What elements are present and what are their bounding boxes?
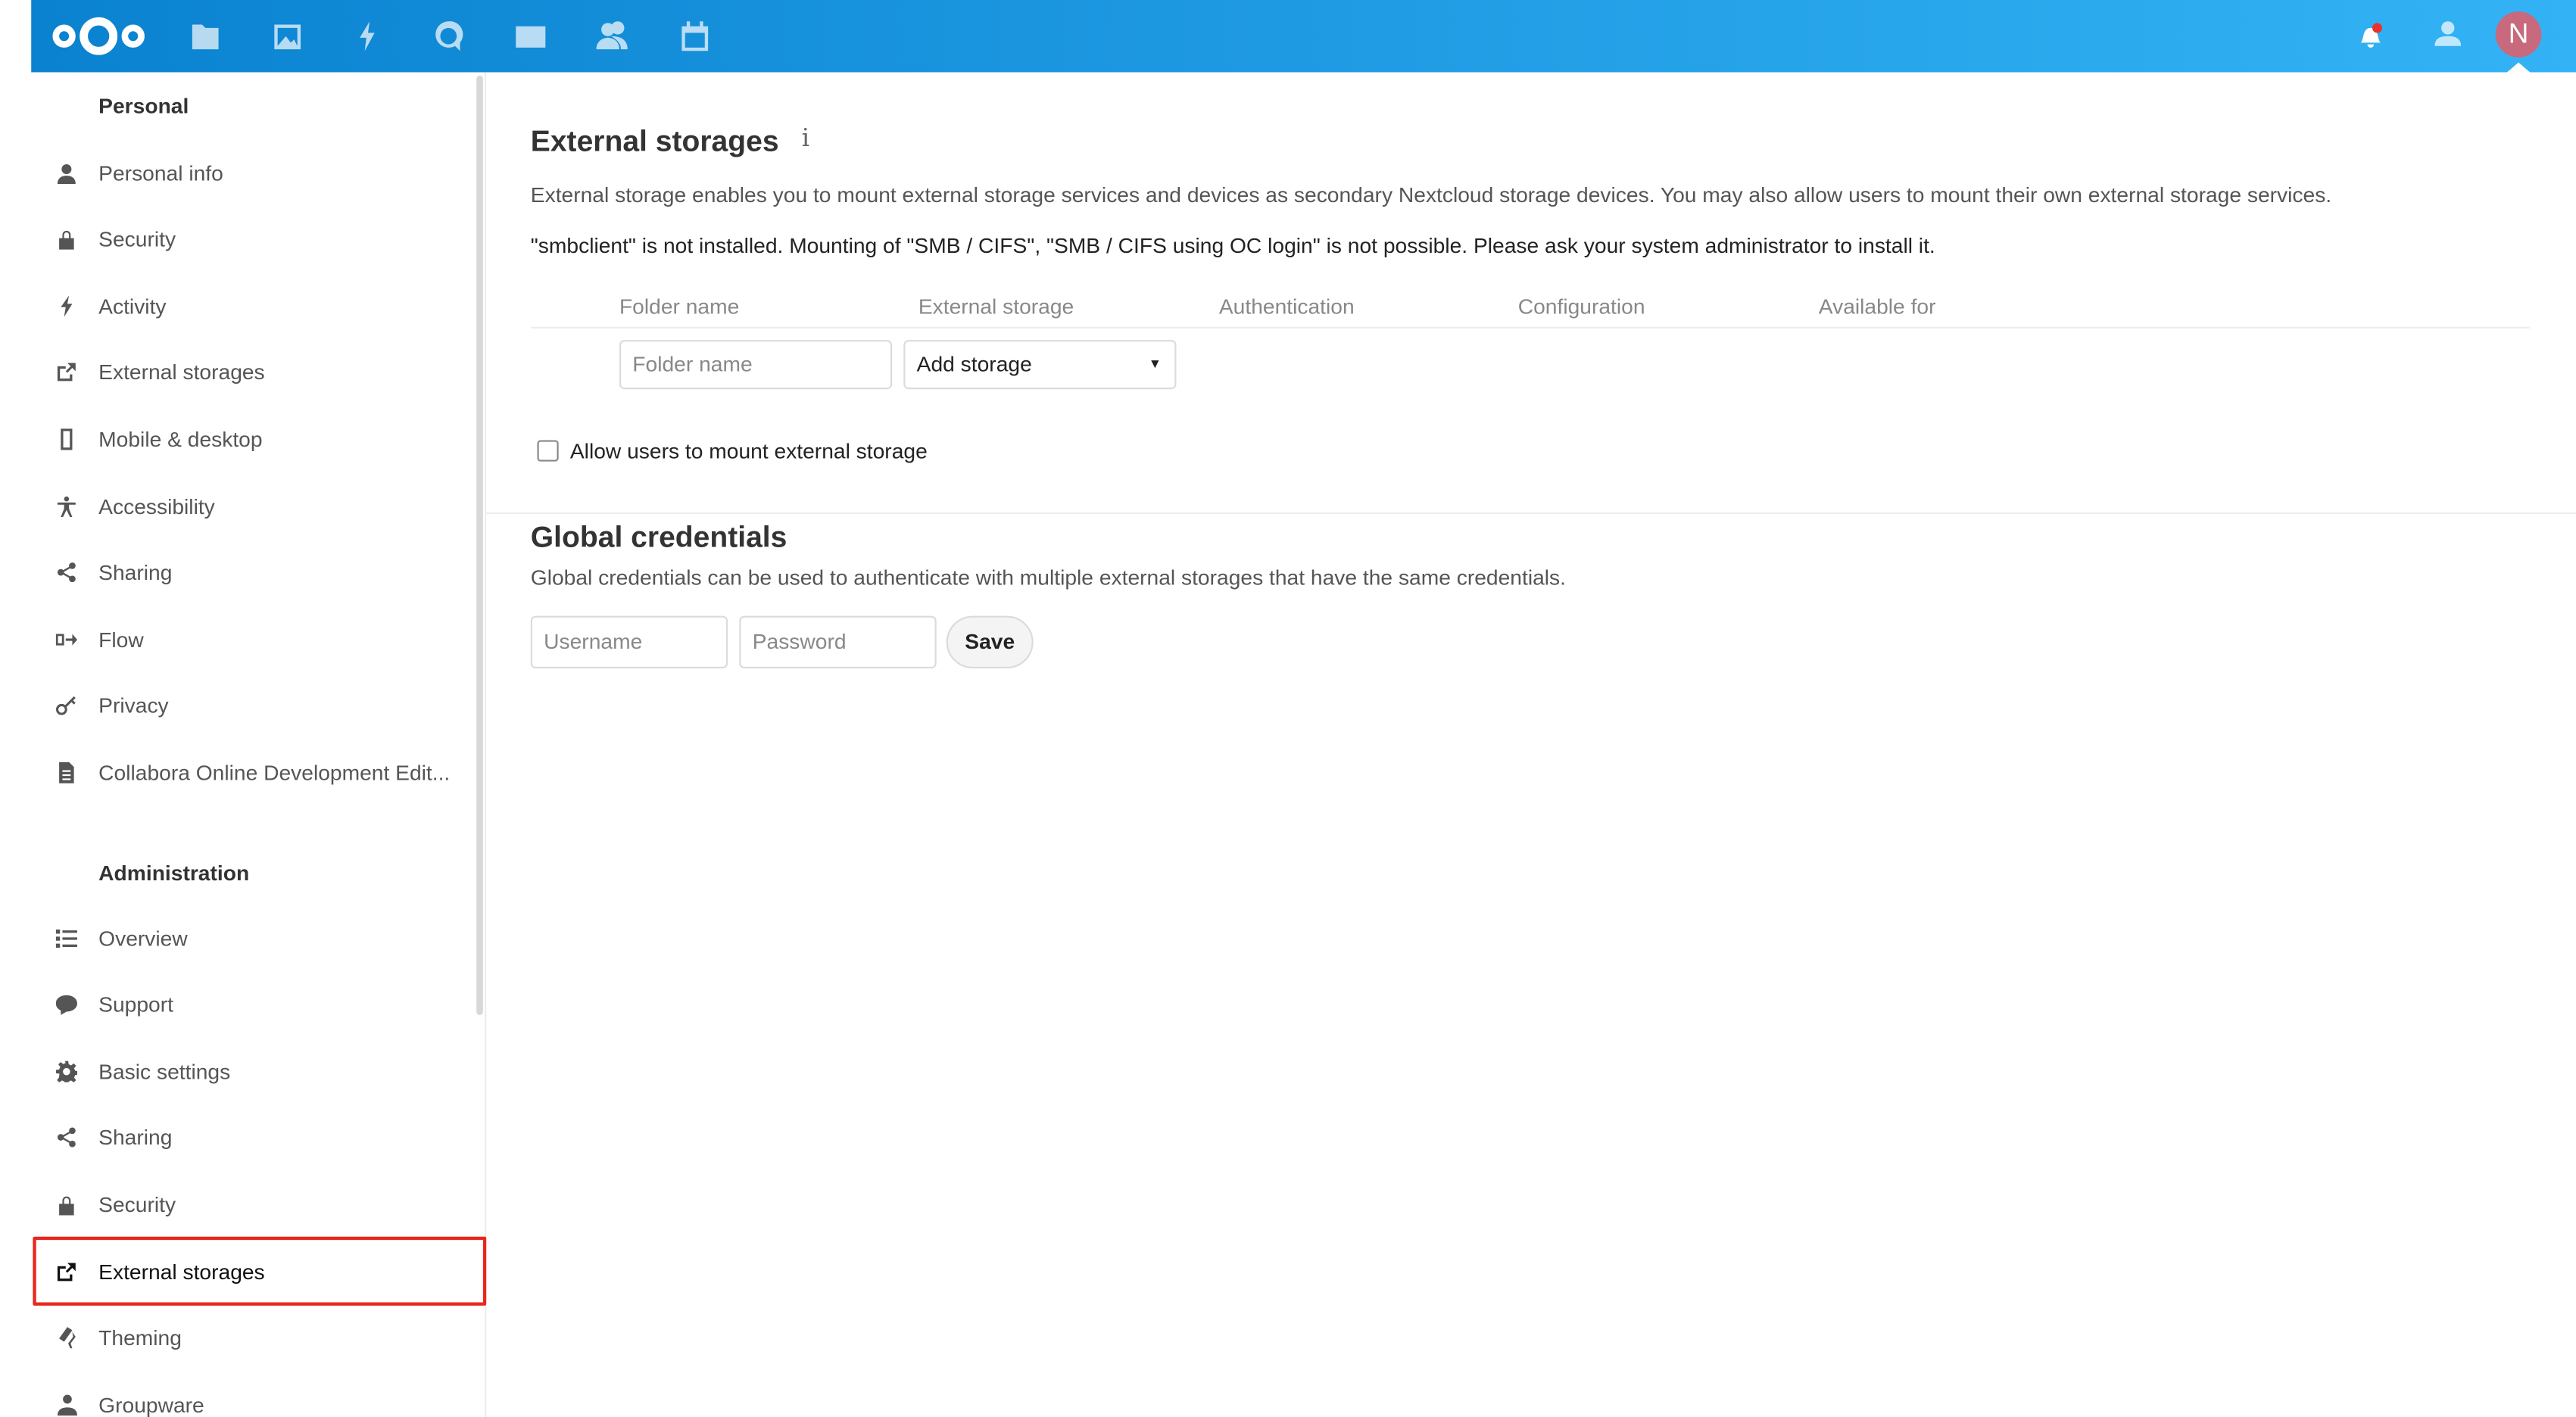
list-icon	[55, 926, 77, 949]
paint-roller-icon	[55, 1326, 77, 1349]
sidebar-scrollbar[interactable]	[476, 75, 483, 1015]
smbclient-warning: "smbclient" is not installed. Mounting o…	[530, 233, 1935, 258]
section-divider	[486, 512, 2576, 515]
col-external-storage: External storage	[918, 294, 1074, 319]
sidebar-item-label: Personal info	[98, 160, 223, 185]
sidebar-item-overview[interactable]: Overview	[31, 905, 475, 970]
group-icon	[55, 1393, 77, 1415]
sidebar-item-personal-info[interactable]: Personal info	[31, 139, 475, 205]
sidebar-item-sharing[interactable]: Sharing	[31, 1105, 475, 1171]
col-authentication: Authentication	[1218, 294, 1355, 319]
sidebar-item-label: Privacy	[98, 693, 169, 718]
allow-users-label[interactable]: Allow users to mount external storage	[570, 438, 928, 463]
lock-icon	[55, 1193, 77, 1216]
contacts-icon[interactable]	[594, 18, 631, 54]
contacts-menu-icon[interactable]	[2430, 18, 2462, 51]
sidebar-item-support[interactable]: Support	[31, 972, 475, 1038]
info-icon[interactable]: i	[802, 123, 809, 153]
share-icon	[55, 561, 77, 584]
allow-users-checkbox[interactable]	[537, 440, 559, 462]
sidebar-item-external-storages[interactable]: External storages	[31, 340, 475, 406]
description: External storage enables you to mount ex…	[530, 182, 2332, 207]
phone-icon	[55, 428, 77, 450]
sidebar-item-activity[interactable]: Activity	[31, 273, 475, 339]
sidebar-item-label: Sharing	[98, 1125, 173, 1151]
section-personal: Personal	[98, 93, 189, 119]
key-icon	[55, 694, 77, 717]
col-folder-name: Folder name	[619, 294, 740, 319]
sidebar-item-basic-settings[interactable]: Basic settings	[31, 1039, 475, 1104]
password-input[interactable]: Password	[739, 615, 937, 669]
bolt-icon	[55, 294, 77, 317]
sidebar-item-security[interactable]: Security	[31, 1172, 475, 1238]
page-title: External storages	[530, 124, 779, 158]
username-input[interactable]: Username	[530, 615, 728, 669]
accessibility-icon	[55, 494, 77, 517]
section-administration: Administration	[98, 860, 250, 886]
sidebar-item-accessibility[interactable]: Accessibility	[31, 473, 475, 539]
files-icon[interactable]	[187, 18, 223, 54]
sidebar-item-label: Theming	[98, 1325, 182, 1350]
sidebar-item-theming[interactable]: Theming	[31, 1305, 475, 1371]
sidebar-item-label: External storages	[98, 360, 265, 385]
chat-icon	[55, 993, 77, 1016]
top-bar: N	[31, 0, 2576, 73]
table-divider	[530, 326, 2531, 329]
sidebar-item-label: Overview	[98, 925, 188, 951]
sidebar-item-label: Groupware	[98, 1392, 204, 1417]
external-link-icon	[55, 361, 77, 384]
save-button[interactable]: Save	[946, 615, 1034, 669]
avatar[interactable]: N	[2495, 11, 2542, 58]
sidebar-item-flow[interactable]: Flow	[31, 606, 475, 672]
activity-icon[interactable]	[350, 18, 386, 54]
sidebar-item-sharing[interactable]: Sharing	[31, 540, 475, 606]
share-icon	[55, 1126, 77, 1149]
sidebar-item-label: Accessibility	[98, 493, 215, 519]
calendar-icon[interactable]	[677, 18, 713, 54]
global-credentials-title: Global credentials	[530, 520, 787, 554]
settings-sidebar: Personal Personal info Security Activity Ex…	[31, 72, 487, 1417]
menu-caret	[2506, 62, 2531, 73]
nextcloud-logo[interactable]	[51, 13, 146, 59]
notifications-icon[interactable]	[2354, 18, 2387, 51]
sidebar-item-label: Security	[98, 1191, 176, 1217]
global-credentials-description: Global credentials can be used to authen…	[530, 565, 1567, 590]
lock-icon	[55, 228, 77, 251]
user-icon	[55, 161, 77, 184]
photos-icon[interactable]	[270, 18, 306, 54]
add-storage-select[interactable]: Add storage ▼	[903, 340, 1177, 390]
mail-icon[interactable]	[513, 18, 549, 54]
sidebar-item-label: Activity	[98, 293, 167, 319]
sidebar-item-label: Mobile & desktop	[98, 426, 263, 452]
sidebar-item-label: Support	[98, 992, 173, 1017]
sidebar-item-groupware[interactable]: Groupware	[31, 1372, 475, 1417]
sidebar-item-label: Basic settings	[98, 1058, 231, 1084]
gear-icon	[55, 1060, 77, 1082]
sidebar-item-privacy[interactable]: Privacy	[31, 673, 475, 739]
sidebar-item-collabora-online-development-edit[interactable]: Collabora Online Development Edit...	[31, 740, 475, 805]
col-configuration: Configuration	[1517, 294, 1645, 319]
talk-icon[interactable]	[430, 18, 466, 54]
document-icon	[55, 761, 77, 783]
flow-icon	[55, 628, 77, 650]
col-available-for: Available for	[1818, 294, 1936, 319]
sidebar-item-label: Collabora Online Development Edit...	[98, 760, 451, 785]
main-content: External storages i External storage ena…	[486, 72, 2576, 1417]
chevron-down-icon: ▼	[1148, 356, 1162, 372]
add-storage-label: Add storage	[916, 351, 1032, 376]
sidebar-item-label: Flow	[98, 627, 144, 652]
sidebar-item-label: Sharing	[98, 560, 173, 585]
sidebar-item-security[interactable]: Security	[31, 206, 475, 272]
sidebar-item-label: Security	[98, 226, 176, 252]
folder-name-input[interactable]: Folder name	[619, 340, 893, 390]
sidebar-item-mobile-desktop[interactable]: Mobile & desktop	[31, 406, 475, 472]
highlight-box	[33, 1236, 487, 1306]
